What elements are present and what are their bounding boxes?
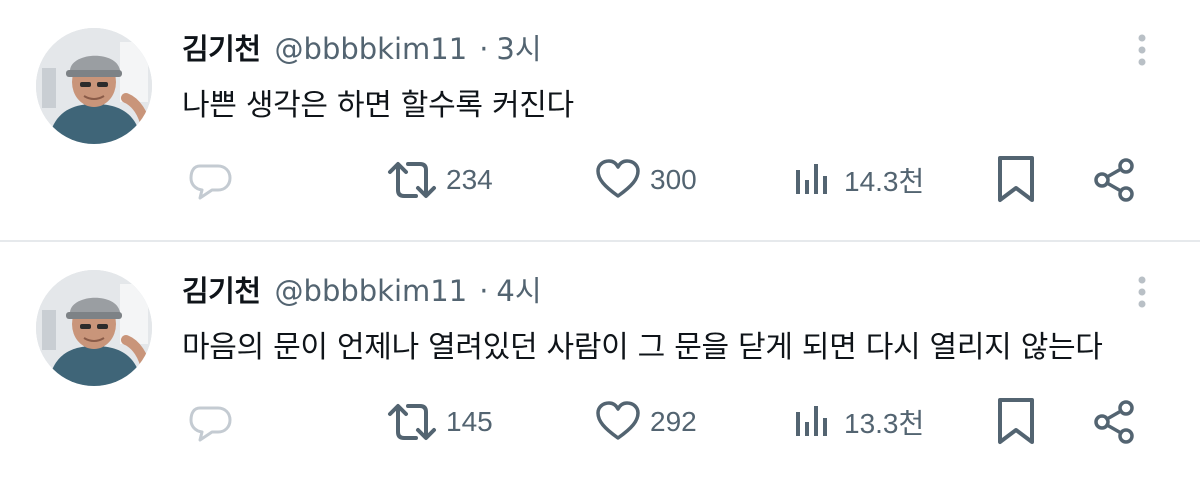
separator-dot: ·	[479, 274, 489, 308]
author-handle[interactable]: @bbbbkim11	[275, 274, 468, 308]
retweet-icon	[388, 404, 436, 440]
avatar[interactable]	[36, 28, 152, 144]
tweet[interactable]: 김기천 @bbbbkim11 · 4시 마음의 문이 언제나 열려있던 사람이 …	[0, 242, 1200, 483]
retweet-count: 145	[446, 406, 493, 437]
tweet-actions: 234 300 14.3천	[0, 152, 1200, 208]
like-button[interactable]: 292	[594, 394, 697, 450]
tweet-actions: 145 292 13.3천	[0, 394, 1200, 450]
share-button[interactable]	[1090, 394, 1138, 450]
tweet-text: 마음의 문이 언제나 열려있던 사람이 그 문을 닫게 되면 다시 열리지 않는…	[182, 330, 1103, 365]
more-vertical-icon	[1138, 276, 1146, 308]
avatar-photo	[36, 28, 152, 144]
avatar[interactable]	[36, 270, 152, 386]
views-chart-icon	[796, 406, 827, 436]
retweet-button[interactable]: 234	[386, 152, 493, 208]
bookmark-button[interactable]	[994, 152, 1038, 208]
more-options-button[interactable]	[1128, 30, 1156, 70]
reply-button[interactable]	[186, 152, 234, 208]
views-button[interactable]: 13.3천	[792, 394, 924, 450]
views-count: 13.3천	[844, 408, 925, 439]
like-count: 300	[650, 164, 697, 195]
like-count: 292	[650, 406, 697, 437]
retweet-icon	[388, 162, 436, 198]
views-count: 14.3천	[844, 166, 925, 197]
tweet-text: 나쁜 생각은 하면 할수록 커진다	[182, 88, 574, 123]
retweet-button[interactable]: 145	[386, 394, 493, 450]
bookmark-icon	[998, 398, 1034, 444]
tweet[interactable]: 김기천 @bbbbkim11 · 3시 나쁜 생각은 하면 할수록 커진다 23…	[0, 0, 1200, 240]
share-button[interactable]	[1090, 152, 1138, 208]
more-options-button[interactable]	[1128, 272, 1156, 312]
author-name[interactable]: 김기천	[182, 26, 261, 68]
reply-icon	[189, 164, 232, 200]
tweet-header: 김기천 @bbbbkim11 · 4시	[182, 268, 542, 312]
timestamp[interactable]: 3시	[496, 26, 541, 68]
timestamp[interactable]: 4시	[496, 268, 541, 310]
views-chart-icon	[796, 164, 827, 194]
author-name[interactable]: 김기천	[182, 268, 261, 310]
tweet-header: 김기천 @bbbbkim11 · 3시	[182, 26, 542, 70]
views-button[interactable]: 14.3천	[792, 152, 924, 208]
bookmark-button[interactable]	[994, 394, 1038, 450]
share-icon	[1094, 158, 1134, 202]
tweet-feed: 김기천 @bbbbkim11 · 3시 나쁜 생각은 하면 할수록 커진다 23…	[0, 0, 1200, 483]
reply-icon	[189, 406, 232, 442]
heart-icon	[596, 159, 640, 198]
retweet-count: 234	[446, 164, 493, 195]
reply-button[interactable]	[186, 394, 234, 450]
avatar-photo	[36, 270, 152, 386]
bookmark-icon	[998, 156, 1034, 202]
author-handle[interactable]: @bbbbkim11	[275, 32, 468, 66]
heart-icon	[596, 401, 640, 440]
separator-dot: ·	[479, 32, 489, 66]
like-button[interactable]: 300	[594, 152, 697, 208]
share-icon	[1094, 400, 1134, 444]
more-vertical-icon	[1138, 34, 1146, 66]
